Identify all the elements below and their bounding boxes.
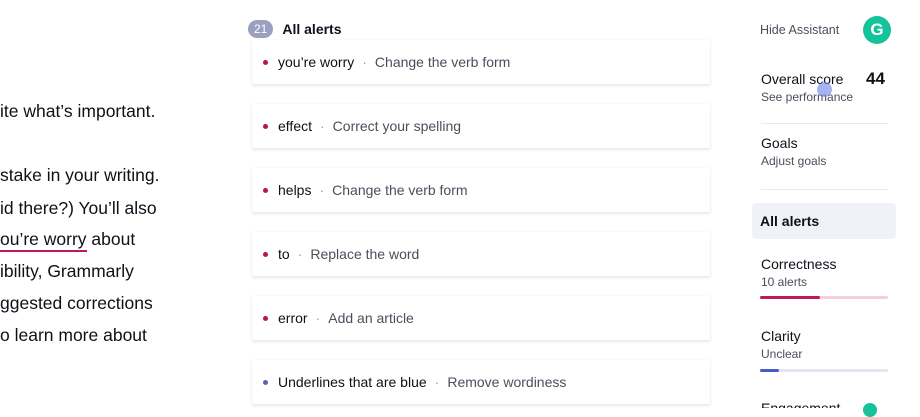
- alert-count-badge: 21: [248, 20, 274, 38]
- correctness-dot-icon: [263, 315, 268, 321]
- correctness-progress-fill: [760, 296, 821, 299]
- editor-line: ou’re worry about: [0, 229, 136, 252]
- editor-text: about: [86, 229, 136, 249]
- clarity-item[interactable]: Clarity Unclear: [761, 328, 802, 361]
- flagged-text[interactable]: ou’re worry: [0, 229, 87, 252]
- editor-line: ite what’s important.: [0, 101, 156, 121]
- editor-line: o learn more about: [0, 325, 147, 345]
- alert-word: to: [278, 246, 290, 262]
- separator: ·: [362, 54, 367, 70]
- alert-word: you’re worry: [278, 54, 355, 70]
- correctness-title: Correctness: [761, 256, 837, 272]
- alert-description: Change the verb form: [374, 54, 511, 70]
- divider: [761, 189, 888, 190]
- correctness-count: 10 alerts: [761, 275, 808, 289]
- editor-line: stake in your writing.: [0, 165, 160, 185]
- separator: ·: [320, 118, 325, 134]
- goals-title: Goals: [761, 135, 798, 151]
- alert-description: Replace the word: [310, 246, 420, 262]
- overall-score-value: 44: [866, 69, 885, 88]
- document-editor[interactable]: ite what’s important. stake in your writ…: [0, 0, 240, 408]
- correctness-dot-icon: [263, 251, 268, 257]
- separator: ·: [315, 310, 321, 326]
- alert-card[interactable]: effect · Correct your spelling: [252, 104, 710, 148]
- clarity-dot-icon: [263, 379, 268, 385]
- all-alerts-tab[interactable]: All alerts: [752, 203, 896, 239]
- engagement-title: Engagement: [761, 400, 841, 408]
- overall-score-title: Overall score: [761, 71, 844, 87]
- alert-word: helps: [278, 182, 312, 198]
- separator: ·: [319, 182, 325, 198]
- clarity-progress-bar: [760, 369, 888, 372]
- engagement-item[interactable]: Engagement: [761, 400, 840, 408]
- hide-assistant-button[interactable]: Hide Assistant: [760, 23, 839, 37]
- alert-card[interactable]: Underlines that are blue · Remove wordin…: [252, 360, 710, 404]
- editor-line: ggested corrections: [0, 293, 153, 313]
- editor-line: id there?) You’ll also: [0, 198, 157, 218]
- engagement-status-icon: [863, 403, 877, 417]
- separator: ·: [434, 374, 440, 390]
- overall-score-item[interactable]: Overall score See performance: [761, 71, 853, 104]
- alerts-header: 21 All alerts: [248, 20, 342, 38]
- logo-letter: G: [870, 20, 884, 39]
- alert-card[interactable]: error · Add an article: [252, 296, 710, 340]
- grammarly-logo-icon[interactable]: G: [863, 16, 891, 44]
- separator: ·: [297, 246, 303, 262]
- alert-description: Remove wordiness: [447, 374, 567, 390]
- goals-item[interactable]: Goals Adjust goals: [761, 135, 826, 168]
- cursor-indicator: [817, 82, 832, 97]
- assistant-sidebar: Hide Assistant G Overall score See perfo…: [745, 0, 920, 408]
- alerts-title: All alerts: [282, 21, 342, 37]
- correctness-progress-bar: [760, 296, 888, 299]
- see-performance-link[interactable]: See performance: [761, 90, 853, 104]
- divider: [761, 123, 888, 124]
- all-alerts-label: All alerts: [760, 213, 820, 229]
- alert-word: error: [278, 310, 308, 326]
- alert-card[interactable]: helps · Change the verb form: [252, 168, 710, 212]
- clarity-progress-fill: [760, 369, 780, 372]
- clarity-status: Unclear: [761, 347, 803, 361]
- clarity-title: Clarity: [761, 328, 801, 344]
- correctness-dot-icon: [263, 187, 268, 193]
- alerts-panel: 21 All alerts you’re worry · Change the …: [245, 0, 720, 408]
- alert-description: Correct your spelling: [332, 118, 462, 134]
- correctness-item[interactable]: Correctness 10 alerts: [761, 256, 836, 289]
- alert-word: Underlines that are blue: [278, 374, 427, 390]
- alert-card[interactable]: to · Replace the word: [252, 232, 710, 276]
- alert-card[interactable]: you’re worry · Change the verb form: [252, 40, 710, 84]
- correctness-dot-icon: [263, 123, 268, 129]
- alert-description: Change the verb form: [332, 182, 468, 198]
- editor-line: ibility, Grammarly: [0, 261, 134, 281]
- alert-word: effect: [278, 118, 312, 134]
- adjust-goals-link[interactable]: Adjust goals: [761, 154, 826, 168]
- correctness-dot-icon: [263, 59, 268, 65]
- alert-description: Add an article: [328, 310, 414, 326]
